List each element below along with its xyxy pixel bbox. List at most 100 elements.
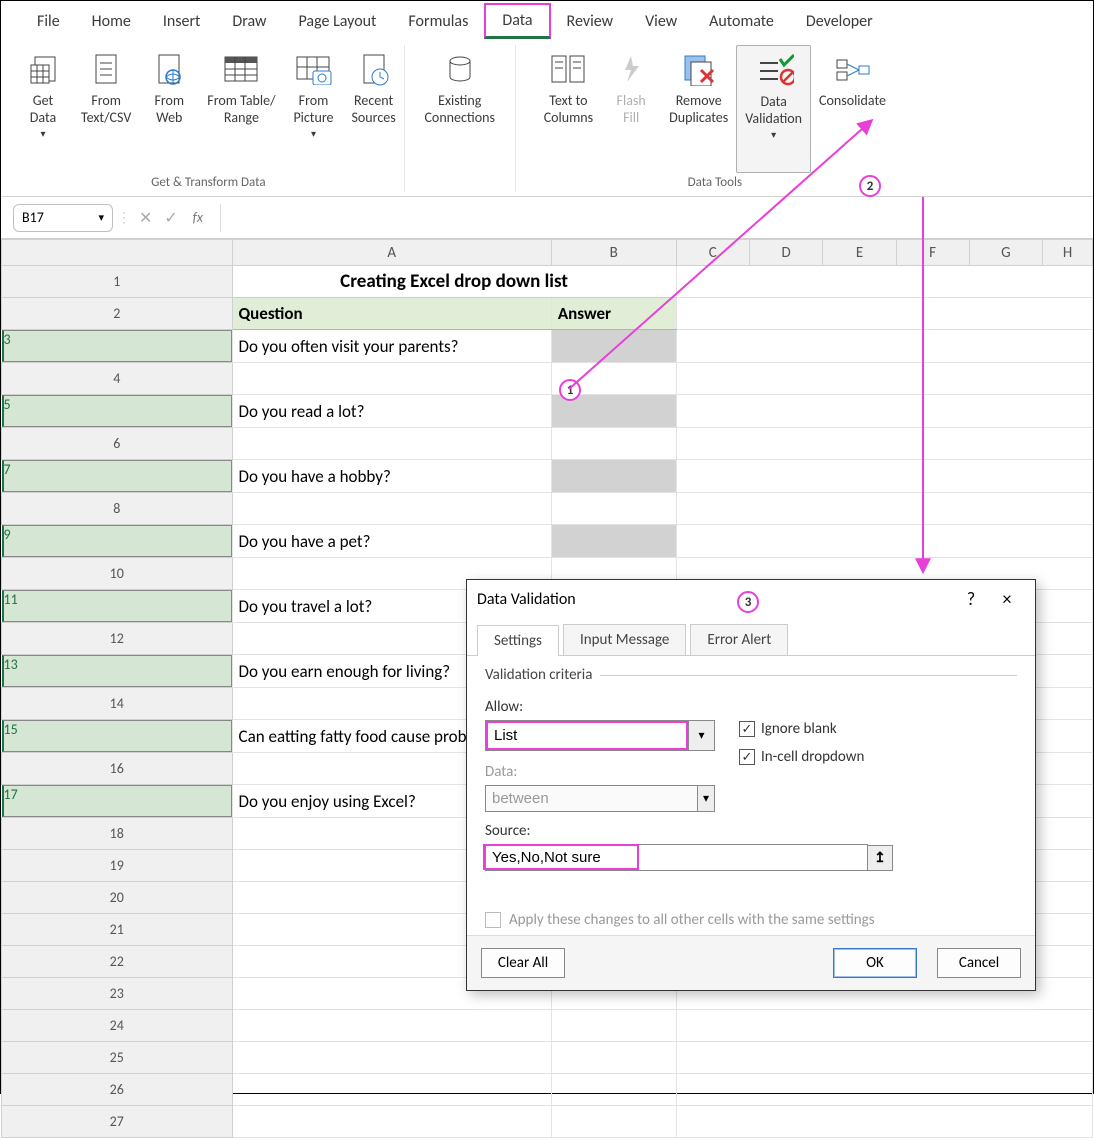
header-question[interactable]: Question <box>232 298 551 330</box>
row-header[interactable]: 17 <box>2 785 232 817</box>
row-header[interactable]: 9 <box>2 525 232 557</box>
question-cell[interactable] <box>232 363 551 395</box>
header-answer[interactable]: Answer <box>551 298 676 330</box>
title-cell[interactable]: Creating Excel drop down list <box>232 266 676 298</box>
row-header[interactable]: 10 <box>2 558 233 590</box>
name-box[interactable]: B17 ▾ <box>13 204 113 232</box>
clear-all-button[interactable]: Clear All <box>481 948 565 978</box>
row-header[interactable]: 4 <box>2 363 233 395</box>
text-to-columns-button[interactable]: Text toColumns <box>536 45 601 173</box>
col-header-A[interactable]: A <box>232 240 551 266</box>
question-cell[interactable] <box>232 493 551 525</box>
fx-icon[interactable]: fx <box>186 209 210 226</box>
from-csv-button[interactable]: FromText/CSV <box>73 45 139 173</box>
row-header[interactable]: 27 <box>2 1106 233 1138</box>
dialog-help-button[interactable]: ? <box>953 588 989 610</box>
col-header-D[interactable]: D <box>749 240 823 266</box>
dialog-close-button[interactable]: × <box>989 588 1025 610</box>
row-header[interactable]: 12 <box>2 623 233 655</box>
remove-duplicates-button[interactable]: RemoveDuplicates <box>661 45 736 173</box>
row-header[interactable]: 1 <box>2 266 233 298</box>
data-validation-button[interactable]: DataValidation▾ <box>736 45 811 173</box>
col-header-H[interactable]: H <box>1043 240 1093 266</box>
row-header[interactable]: 25 <box>2 1042 233 1074</box>
tab-review[interactable]: Review <box>551 6 630 37</box>
recent-sources-label: RecentSources <box>351 93 395 127</box>
tab-automate[interactable]: Automate <box>693 6 790 37</box>
tab-developer[interactable]: Developer <box>790 6 889 37</box>
row-header[interactable]: 18 <box>2 818 233 850</box>
tab-insert[interactable]: Insert <box>147 6 217 37</box>
get-data-button[interactable]: GetData▾ <box>13 45 73 173</box>
row-header[interactable]: 2 <box>2 298 233 330</box>
question-cell[interactable]: Do you have a hobby? <box>232 460 551 493</box>
col-header-C[interactable]: C <box>676 240 749 266</box>
answer-cell[interactable] <box>551 330 676 363</box>
row-header[interactable]: 13 <box>2 655 232 687</box>
row-header[interactable]: 3 <box>2 330 232 362</box>
col-header-B[interactable]: B <box>551 240 676 266</box>
ribbon-group-caption-transform: Get & Transform Data <box>13 173 404 192</box>
row-header[interactable]: 5 <box>2 395 232 427</box>
row-header[interactable]: 19 <box>2 850 233 882</box>
row-header[interactable]: 8 <box>2 493 233 525</box>
source-input[interactable] <box>485 844 868 871</box>
from-picture-button[interactable]: FromPicture▾ <box>283 45 343 173</box>
row-header[interactable]: 21 <box>2 914 233 946</box>
formula-accept-icon[interactable]: ✓ <box>160 208 181 228</box>
dialog-tab-error-alert[interactable]: Error Alert <box>690 624 788 655</box>
col-header-F[interactable]: F <box>896 240 969 266</box>
tab-data[interactable]: Data <box>484 3 550 39</box>
source-label: Source: <box>485 822 531 840</box>
allow-value[interactable] <box>488 723 686 748</box>
allow-select[interactable]: ▾ <box>485 720 715 751</box>
answer-cell[interactable] <box>551 428 676 460</box>
select-all-triangle[interactable] <box>2 240 233 266</box>
chevron-down-icon[interactable]: ▾ <box>688 721 714 750</box>
question-cell[interactable]: Do you often visit your parents? <box>232 330 551 363</box>
ok-button[interactable]: OK <box>833 948 917 978</box>
row-header[interactable]: 16 <box>2 753 233 785</box>
row-header[interactable]: 24 <box>2 1010 233 1042</box>
incell-dropdown-checkbox[interactable]: ✓In-cell dropdown <box>739 748 864 766</box>
text-to-columns-label: Text toColumns <box>544 93 593 127</box>
tab-file[interactable]: File <box>21 6 76 37</box>
formula-input[interactable] <box>220 204 1081 232</box>
row-header[interactable]: 14 <box>2 688 233 720</box>
from-web-button[interactable]: FromWeb <box>139 45 199 173</box>
existing-connections-button[interactable]: ExistingConnections <box>405 45 515 173</box>
col-header-G[interactable]: G <box>969 240 1043 266</box>
consolidate-button[interactable]: Consolidate <box>811 45 894 173</box>
row-header[interactable]: 7 <box>2 460 232 492</box>
row-header[interactable]: 11 <box>2 590 232 622</box>
ignore-blank-checkbox[interactable]: ✓Ignore blank <box>739 720 864 738</box>
flash-fill-button[interactable]: FlashFill <box>601 45 661 173</box>
row-header[interactable]: 20 <box>2 882 233 914</box>
row-header[interactable]: 23 <box>2 978 233 1010</box>
cancel-button[interactable]: Cancel <box>937 948 1021 978</box>
tab-page-layout[interactable]: Page Layout <box>283 6 393 37</box>
tab-home[interactable]: Home <box>76 6 147 37</box>
answer-cell[interactable] <box>551 525 676 558</box>
row-header[interactable]: 26 <box>2 1074 233 1106</box>
question-cell[interactable] <box>232 428 551 460</box>
answer-cell[interactable] <box>551 460 676 493</box>
row-header[interactable]: 6 <box>2 428 233 460</box>
dialog-tab-input-message[interactable]: Input Message <box>563 624 686 655</box>
tab-formulas[interactable]: Formulas <box>392 6 484 37</box>
range-picker-icon[interactable]: ↥ <box>867 845 893 871</box>
recent-sources-button[interactable]: RecentSources <box>343 45 403 173</box>
col-header-E[interactable]: E <box>823 240 896 266</box>
row-header[interactable]: 22 <box>2 946 233 978</box>
from-table-range-button[interactable]: From Table/Range <box>199 45 283 173</box>
callout-2: 2 <box>859 175 881 197</box>
dialog-tab-settings[interactable]: Settings <box>477 625 559 656</box>
row-header[interactable]: 15 <box>2 720 232 752</box>
tab-draw[interactable]: Draw <box>216 6 282 37</box>
question-cell[interactable]: Do you read a lot? <box>232 395 551 428</box>
checkbox-checked-icon: ✓ <box>739 721 755 737</box>
answer-cell[interactable] <box>551 493 676 525</box>
tab-view[interactable]: View <box>629 6 693 37</box>
formula-cancel-icon[interactable]: ✕ <box>135 208 156 228</box>
question-cell[interactable]: Do you have a pet? <box>232 525 551 558</box>
